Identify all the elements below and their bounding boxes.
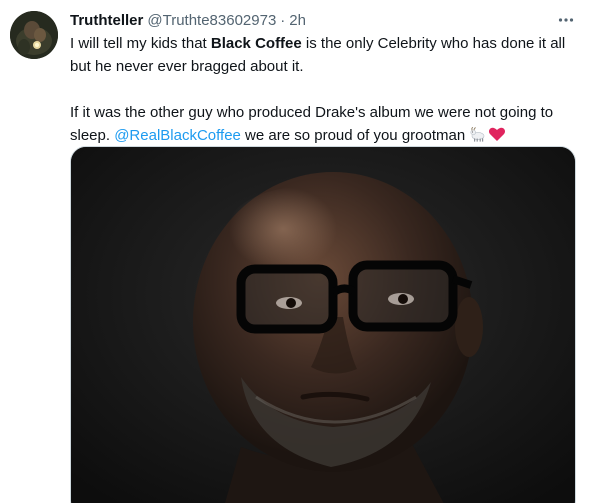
text-segment: I will tell my kids that (70, 35, 211, 52)
tweet-photo[interactable] (70, 146, 576, 503)
avatar[interactable] (10, 11, 58, 59)
timestamp[interactable]: 2h (289, 12, 306, 29)
display-name[interactable]: Truthteller (70, 12, 143, 29)
mention-link[interactable]: @RealBlackCoffee (114, 127, 241, 144)
tweet-paragraph-2: If it was the other guy who produced Dra… (70, 101, 570, 147)
red-heart-icon (488, 125, 506, 143)
tweet[interactable]: Truthteller @Truthte83602973 · 2h I will… (0, 0, 589, 503)
goat-icon (469, 125, 487, 143)
user-handle[interactable]: @Truthte83602973 (147, 12, 276, 29)
separator-dot: · (280, 11, 286, 29)
more-options-icon[interactable] (555, 9, 577, 31)
bold-text: Black Coffee (210, 35, 302, 52)
tweet-header: Truthteller @Truthte83602973 · 2h (70, 10, 306, 30)
text-segment: we are so proud of you grootman (240, 127, 466, 144)
tweet-paragraph-1: I will tell my kids that Black Coffee is… (70, 32, 570, 78)
tweet-text: I will tell my kids that Black Coffee is… (70, 32, 570, 147)
